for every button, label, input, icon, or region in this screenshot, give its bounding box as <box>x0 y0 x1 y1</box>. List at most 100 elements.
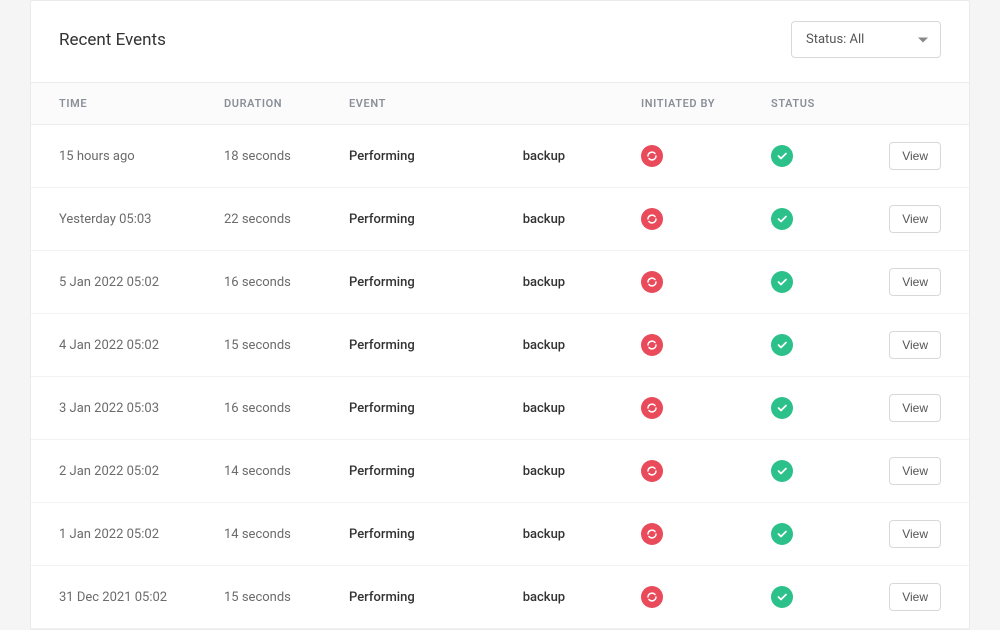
event-text-backup: backup <box>523 338 565 353</box>
cell-duration: 15 seconds <box>224 590 349 605</box>
table-row: 5 Jan 2022 05:02 16 seconds Performing b… <box>31 251 969 314</box>
table-row: 15 hours ago 18 seconds Performing backu… <box>31 125 969 188</box>
status-success-icon <box>771 271 793 293</box>
cell-event: Performing backup <box>349 590 641 605</box>
status-success-icon <box>771 523 793 545</box>
cell-event: Performing backup <box>349 338 641 353</box>
cell-duration: 16 seconds <box>224 401 349 416</box>
cell-initiated-by <box>641 271 771 293</box>
view-button[interactable]: View <box>889 457 941 485</box>
events-table: TIME DURATION EVENT INITIATED BY STATUS … <box>31 82 969 629</box>
status-success-icon <box>771 397 793 419</box>
event-text-backup: backup <box>523 275 565 290</box>
cell-initiated-by <box>641 460 771 482</box>
cell-duration: 16 seconds <box>224 275 349 290</box>
event-text-performing: Performing <box>349 275 415 290</box>
cell-action: View <box>871 331 941 359</box>
cell-event: Performing backup <box>349 212 641 227</box>
cell-action: View <box>871 583 941 611</box>
cell-action: View <box>871 394 941 422</box>
table-header: TIME DURATION EVENT INITIATED BY STATUS <box>31 82 969 125</box>
cell-time: 5 Jan 2022 05:02 <box>59 275 224 290</box>
cell-initiated-by <box>641 586 771 608</box>
cell-status <box>771 523 871 545</box>
cell-duration: 14 seconds <box>224 464 349 479</box>
cell-action: View <box>871 142 941 170</box>
view-button[interactable]: View <box>889 520 941 548</box>
cell-time: 3 Jan 2022 05:03 <box>59 401 224 416</box>
cell-status <box>771 397 871 419</box>
status-filter-label: Status: All <box>806 32 864 47</box>
cell-initiated-by <box>641 397 771 419</box>
initiated-by-icon <box>641 271 663 293</box>
cell-event: Performing backup <box>349 527 641 542</box>
cell-action: View <box>871 205 941 233</box>
table-row: 4 Jan 2022 05:02 15 seconds Performing b… <box>31 314 969 377</box>
event-text-performing: Performing <box>349 590 415 605</box>
cell-status <box>771 586 871 608</box>
cell-duration: 18 seconds <box>224 149 349 164</box>
cell-duration: 22 seconds <box>224 212 349 227</box>
col-header-event: EVENT <box>349 97 641 110</box>
table-row: 31 Dec 2021 05:02 15 seconds Performing … <box>31 566 969 629</box>
view-button[interactable]: View <box>889 268 941 296</box>
initiated-by-icon <box>641 334 663 356</box>
panel-title: Recent Events <box>59 30 166 50</box>
initiated-by-icon <box>641 460 663 482</box>
cell-status <box>771 145 871 167</box>
cell-time: 15 hours ago <box>59 149 224 164</box>
col-header-status: STATUS <box>771 97 871 110</box>
cell-time: 31 Dec 2021 05:02 <box>59 590 224 605</box>
event-text-backup: backup <box>523 149 565 164</box>
cell-initiated-by <box>641 208 771 230</box>
col-header-action <box>871 97 941 110</box>
cell-status <box>771 460 871 482</box>
cell-event: Performing backup <box>349 149 641 164</box>
initiated-by-icon <box>641 586 663 608</box>
initiated-by-icon <box>641 523 663 545</box>
event-text-backup: backup <box>523 464 565 479</box>
chevron-down-icon <box>918 37 928 42</box>
cell-status <box>771 334 871 356</box>
initiated-by-icon <box>641 145 663 167</box>
event-text-performing: Performing <box>349 338 415 353</box>
panel-header: Recent Events Status: All <box>31 1 969 82</box>
cell-time: 4 Jan 2022 05:02 <box>59 338 224 353</box>
event-text-performing: Performing <box>349 464 415 479</box>
col-header-time: TIME <box>59 97 224 110</box>
cell-event: Performing backup <box>349 275 641 290</box>
cell-status <box>771 208 871 230</box>
table-row: Yesterday 05:03 22 seconds Performing ba… <box>31 188 969 251</box>
status-success-icon <box>771 208 793 230</box>
recent-events-panel: Recent Events Status: All TIME DURATION … <box>30 0 970 630</box>
cell-time: 2 Jan 2022 05:02 <box>59 464 224 479</box>
table-row: 2 Jan 2022 05:02 14 seconds Performing b… <box>31 440 969 503</box>
col-header-initiated: INITIATED BY <box>641 97 771 110</box>
cell-status <box>771 271 871 293</box>
cell-action: View <box>871 520 941 548</box>
event-text-performing: Performing <box>349 149 415 164</box>
status-success-icon <box>771 460 793 482</box>
view-button[interactable]: View <box>889 331 941 359</box>
cell-initiated-by <box>641 523 771 545</box>
event-text-performing: Performing <box>349 212 415 227</box>
status-success-icon <box>771 586 793 608</box>
cell-event: Performing backup <box>349 401 641 416</box>
event-text-backup: backup <box>523 527 565 542</box>
status-success-icon <box>771 145 793 167</box>
cell-event: Performing backup <box>349 464 641 479</box>
cell-time: 1 Jan 2022 05:02 <box>59 527 224 542</box>
view-button[interactable]: View <box>889 394 941 422</box>
event-text-performing: Performing <box>349 527 415 542</box>
event-text-backup: backup <box>523 401 565 416</box>
view-button[interactable]: View <box>889 205 941 233</box>
status-success-icon <box>771 334 793 356</box>
event-text-performing: Performing <box>349 401 415 416</box>
cell-duration: 14 seconds <box>224 527 349 542</box>
table-row: 3 Jan 2022 05:03 16 seconds Performing b… <box>31 377 969 440</box>
status-filter-dropdown[interactable]: Status: All <box>791 21 941 58</box>
cell-action: View <box>871 457 941 485</box>
initiated-by-icon <box>641 208 663 230</box>
view-button[interactable]: View <box>889 583 941 611</box>
view-button[interactable]: View <box>889 142 941 170</box>
